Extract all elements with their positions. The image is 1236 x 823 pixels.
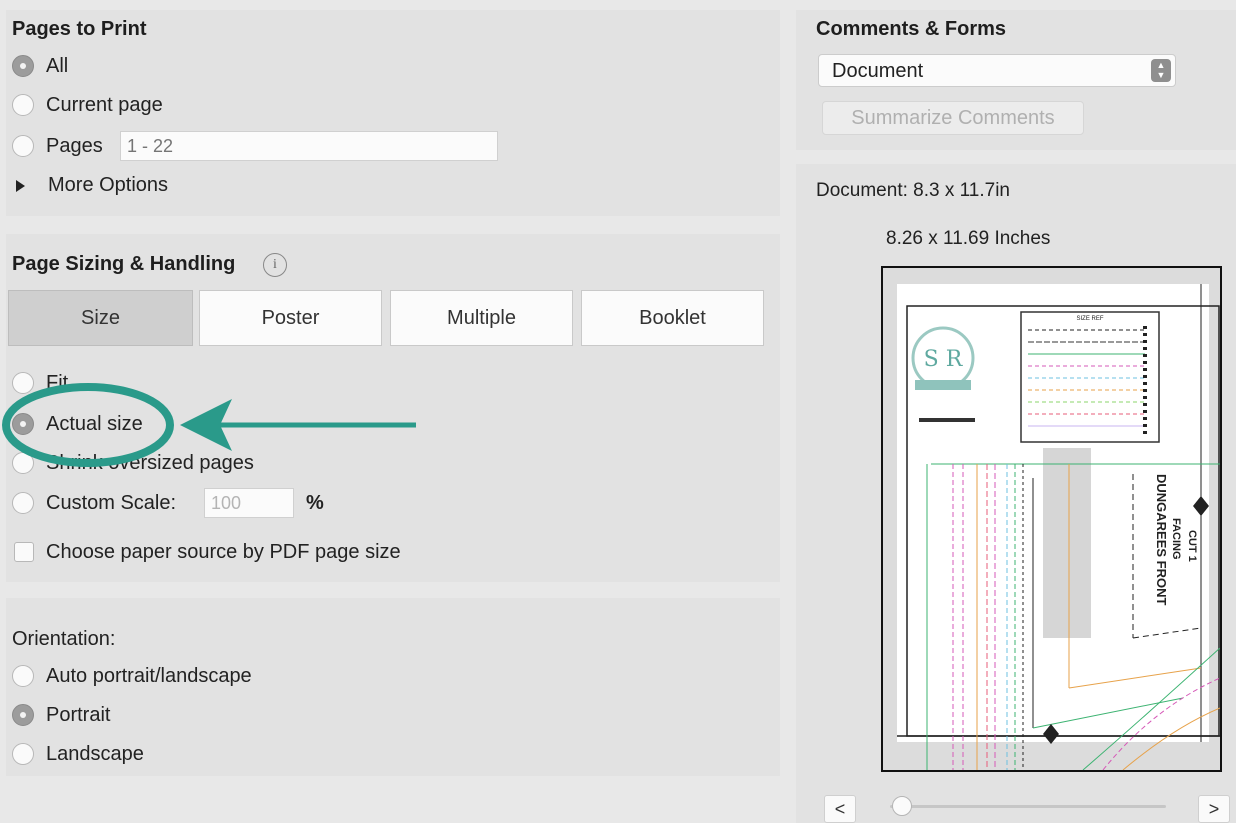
page-preview-thumbnail: S R SIZE REF DUNGAREES FRONT FACING CUT … — [881, 266, 1222, 772]
pages-label: Pages — [46, 135, 103, 157]
page-slider[interactable] — [890, 805, 1166, 808]
size-ref-header: SIZE REF — [1076, 316, 1103, 322]
shrink-radio[interactable] — [12, 452, 34, 474]
shrink-label: Shrink oversized pages — [46, 452, 254, 474]
tab-multiple[interactable]: Multiple — [390, 290, 573, 346]
fit-radio[interactable] — [12, 372, 34, 394]
comments-forms-title: Comments & Forms — [816, 18, 1007, 40]
more-options-label[interactable]: More Options — [48, 174, 168, 197]
thumb-text-3: CUT 1 — [1186, 530, 1198, 562]
current-page-label: Current page — [46, 94, 163, 116]
page-sizing-panel — [6, 234, 780, 582]
portrait-radio[interactable] — [12, 704, 34, 726]
portrait-label: Portrait — [46, 704, 111, 726]
pages-range-input[interactable] — [120, 131, 498, 161]
thumb-text-2: FACING — [1170, 518, 1182, 560]
all-radio[interactable] — [12, 55, 34, 77]
current-page-radio[interactable] — [12, 94, 34, 116]
document-select[interactable]: Document ▲ ▼ — [818, 54, 1176, 87]
tab-size[interactable]: Size — [8, 290, 193, 346]
auto-orientation-radio[interactable] — [12, 665, 34, 687]
orientation-title: Orientation: — [12, 628, 116, 650]
custom-scale-label: Custom Scale: — [46, 492, 177, 514]
fit-label: Fit — [46, 372, 69, 394]
summarize-comments-button[interactable]: Summarize Comments — [822, 101, 1084, 135]
thumb-text-1: DUNGAREES FRONT — [1154, 474, 1169, 606]
previous-page-button[interactable]: < — [824, 795, 856, 823]
custom-scale-input[interactable] — [204, 488, 294, 518]
auto-orientation-label: Auto portrait/landscape — [46, 665, 252, 687]
percent-label: % — [306, 492, 324, 514]
disclosure-triangle-icon[interactable] — [16, 180, 25, 192]
pages-to-print-title: Pages to Print — [12, 18, 147, 40]
page-sizing-title: Page Sizing & Handling — [12, 253, 236, 275]
paper-source-checkbox[interactable] — [14, 542, 34, 562]
stepper-arrows-icon: ▲ ▼ — [1151, 59, 1171, 82]
next-page-button[interactable]: > — [1198, 795, 1230, 823]
page-size-label: 8.26 x 11.69 Inches — [886, 228, 1051, 249]
actual-size-radio[interactable] — [12, 413, 34, 435]
paper-source-label: Choose paper source by PDF page size — [46, 541, 401, 563]
tab-poster[interactable]: Poster — [199, 290, 382, 346]
info-icon[interactable]: i — [263, 253, 287, 277]
pages-radio[interactable] — [12, 135, 34, 157]
tab-booklet[interactable]: Booklet — [581, 290, 764, 346]
all-label: All — [46, 55, 69, 77]
pattern-preview-graphic: S R SIZE REF DUNGAREES FRONT FACING CUT … — [883, 268, 1220, 770]
page-slider-knob[interactable] — [892, 796, 912, 816]
svg-text:S R: S R — [924, 347, 964, 372]
custom-scale-radio[interactable] — [12, 492, 34, 514]
landscape-label: Landscape — [46, 743, 144, 765]
document-size-label: Document: 8.3 x 11.7in — [816, 180, 1010, 201]
landscape-radio[interactable] — [12, 743, 34, 765]
document-select-value: Document — [832, 60, 924, 82]
actual-size-label: Actual size — [46, 413, 143, 435]
